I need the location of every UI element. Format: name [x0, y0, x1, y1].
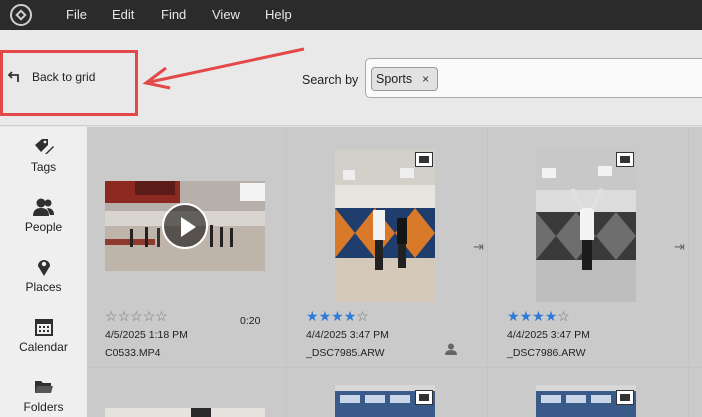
people-icon	[32, 198, 54, 216]
search-by-label: Search by	[302, 73, 359, 87]
star-icon[interactable]: ★	[545, 308, 558, 324]
photo-type-icon	[616, 390, 634, 405]
stack-expand-icon[interactable]: ⇥	[473, 239, 484, 255]
left-sidebar: Tags People Places Calendar Folders	[0, 127, 87, 417]
tag-pen-icon	[34, 139, 54, 154]
star-icon[interactable]: ☆	[118, 308, 131, 324]
search-input[interactable]: Sports ×	[365, 58, 702, 98]
chip-close-icon[interactable]: ×	[422, 72, 429, 86]
star-icon[interactable]: ★	[344, 308, 357, 324]
sidebar-item-tags[interactable]: Tags	[0, 137, 87, 174]
grid-item-photo[interactable]: ★★★★☆ 4/4/2025 3:47 PM _DSC7985.ARW ⇥	[287, 127, 487, 367]
item-filename: C0533.MP4	[105, 347, 161, 359]
item-filename: _DSC7985.ARW	[306, 347, 385, 359]
photo-thumbnail[interactable]	[536, 150, 636, 302]
photo-type-icon	[616, 152, 634, 167]
item-filename: _DSC7986.ARW	[507, 347, 586, 359]
grid-item-partial[interactable]	[488, 368, 688, 417]
item-date: 4/4/2025 3:47 PM	[507, 329, 590, 341]
photo-type-icon	[415, 152, 433, 167]
grid-item-partial[interactable]	[287, 368, 487, 417]
item-date: 4/4/2025 3:47 PM	[306, 329, 389, 341]
item-date: 4/5/2025 1:18 PM	[105, 329, 188, 341]
map-pin-icon	[37, 260, 50, 276]
star-icon[interactable]: ☆	[557, 308, 570, 324]
sidebar-item-label: Places	[25, 280, 62, 294]
menu-bar: File Edit Find View Help	[0, 0, 702, 30]
search-chip-sports[interactable]: Sports ×	[371, 67, 439, 91]
star-icon[interactable]: ★	[507, 308, 520, 324]
menu-edit[interactable]: Edit	[112, 7, 134, 22]
menu-help[interactable]: Help	[265, 7, 292, 22]
star-icon[interactable]: ★	[520, 308, 533, 324]
sidebar-item-folders[interactable]: Folders	[0, 377, 87, 414]
photo-type-icon	[415, 390, 433, 405]
top-toolbar: Back to grid Search by Sports ×	[0, 30, 702, 126]
video-thumbnail[interactable]	[105, 181, 265, 271]
person-icon[interactable]	[445, 343, 457, 355]
grid-item-photo[interactable]: ★★★★☆ 4/4/2025 3:47 PM _DSC7986.ARW ⇥	[488, 127, 688, 367]
sidebar-item-label: People	[24, 220, 63, 234]
annotation-highlight-box	[0, 50, 138, 116]
star-icon[interactable]: ★	[331, 308, 344, 324]
search-chip-label: Sports	[376, 72, 413, 86]
star-icon[interactable]: ☆	[155, 308, 168, 324]
menu-find[interactable]: Find	[161, 7, 186, 22]
sidebar-item-calendar[interactable]: Calendar	[0, 317, 87, 354]
play-icon[interactable]	[162, 203, 208, 249]
star-icon[interactable]: ☆	[130, 308, 143, 324]
video-duration: 0:20	[240, 315, 261, 327]
star-icon[interactable]: ☆	[105, 308, 118, 324]
photo-thumbnail-image	[105, 408, 265, 417]
calendar-icon	[34, 319, 53, 336]
rating-stars[interactable]: ★★★★☆	[507, 308, 570, 325]
photo-thumbnail-image	[536, 150, 636, 302]
sidebar-item-label: Folders	[23, 400, 64, 414]
photo-thumbnail[interactable]	[335, 150, 435, 302]
menu-view[interactable]: View	[212, 7, 240, 22]
menu-file[interactable]: File	[66, 7, 87, 22]
star-icon[interactable]: ★	[319, 308, 332, 324]
grid-item-video[interactable]: ☆☆☆☆☆ 0:20 4/5/2025 1:18 PM C0533.MP4	[87, 127, 286, 367]
grid-item-partial[interactable]	[689, 127, 702, 367]
photo-thumbnail-image	[335, 150, 435, 302]
app-logo-icon[interactable]	[10, 4, 32, 26]
media-grid: ☆☆☆☆☆ 0:20 4/5/2025 1:18 PM C0533.MP4 ★★…	[87, 127, 702, 417]
star-icon[interactable]: ☆	[356, 308, 369, 324]
rating-stars[interactable]: ☆☆☆☆☆	[105, 308, 168, 325]
star-icon[interactable]: ☆	[143, 308, 156, 324]
sidebar-item-people[interactable]: People	[0, 197, 87, 234]
rating-stars[interactable]: ★★★★☆	[306, 308, 369, 325]
stack-expand-icon[interactable]: ⇥	[674, 239, 685, 255]
sidebar-item-label: Tags	[30, 160, 57, 174]
grid-item-partial[interactable]	[689, 368, 702, 417]
star-icon[interactable]: ★	[532, 308, 545, 324]
sidebar-item-label: Calendar	[19, 340, 68, 354]
annotation-arrow-icon	[142, 47, 305, 90]
sidebar-item-places[interactable]: Places	[0, 257, 87, 294]
grid-item-partial[interactable]	[87, 368, 286, 417]
star-icon[interactable]: ★	[306, 308, 319, 324]
folder-icon	[34, 381, 53, 393]
